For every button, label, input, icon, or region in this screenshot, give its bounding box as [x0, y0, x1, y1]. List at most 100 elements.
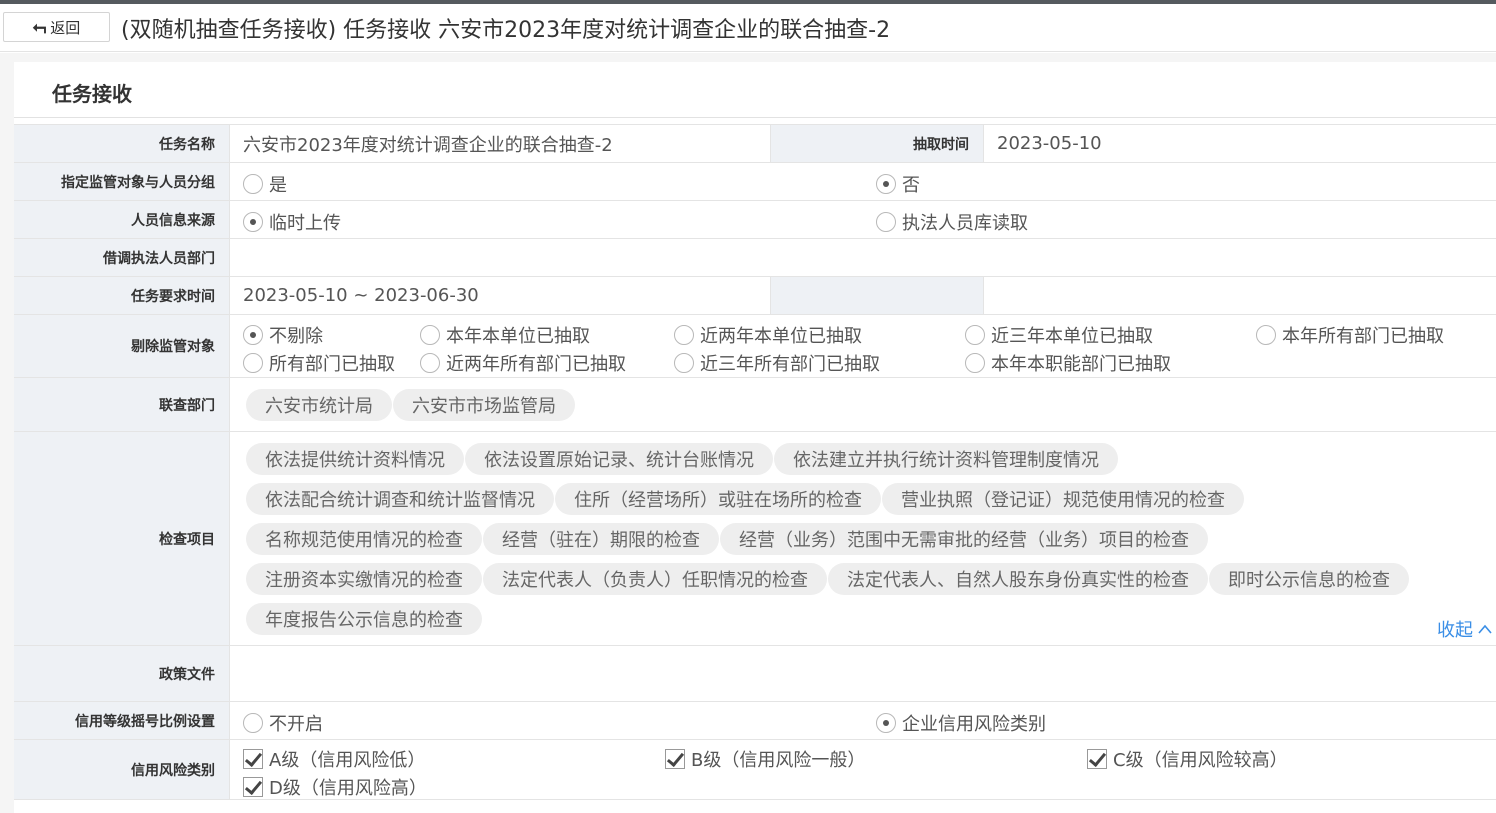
tag-inspection-item: 依法建立并执行统计资料管理制度情况 [774, 443, 1118, 475]
radio-label: 近两年所有部门已抽取 [446, 354, 626, 375]
radio-circle-icon [965, 353, 985, 373]
radio-label: 是 [269, 175, 287, 196]
tag-joint-dept: 六安市统计局 [246, 389, 392, 421]
tag-inspection-item: 经营（驻在）期限的检查 [483, 523, 719, 555]
row-policy-files: 政策文件 [14, 646, 1496, 702]
radio-checked-icon [243, 325, 263, 345]
radio-designate-no[interactable]: 否 [876, 171, 920, 197]
row-joint-dept: 联查部门 六安市统计局 六安市市场监管局 [14, 378, 1496, 432]
label-personnel-source: 人员信息来源 [14, 201, 230, 238]
task-receive-panel: 任务接收 任务名称 六安市2023年度对统计调查企业的联合抽查-2 抽取时间 2… [14, 62, 1496, 813]
tag-inspection-item: 名称规范使用情况的检查 [246, 523, 482, 555]
radio-label: 所有部门已抽取 [269, 354, 395, 375]
label-task-name: 任务名称 [14, 125, 230, 162]
radio-exclude-none[interactable]: 不剔除 [243, 322, 323, 348]
radio-label: 执法人员库读取 [902, 213, 1028, 234]
tag-inspection-item: 年度报告公示信息的检查 [246, 603, 482, 635]
radio-label: 近三年所有部门已抽取 [700, 354, 880, 375]
section-divider [14, 117, 1496, 118]
back-button[interactable]: ⮢ 返回 [3, 12, 110, 42]
tag-inspection-item: 依法设置原始记录、统计台账情况 [465, 443, 773, 475]
radio-checked-icon [876, 174, 896, 194]
tag-inspection-item: 依法配合统计调查和统计监督情况 [246, 483, 554, 515]
back-button-label: 返回 [50, 18, 81, 37]
radio-label: 本年所有部门已抽取 [1282, 326, 1444, 347]
tag-inspection-item: 法定代表人、自然人股东身份真实性的检查 [828, 563, 1208, 595]
checkbox-label: D级（信用风险高） [269, 778, 427, 799]
page-header: ⮢ 返回 (双随机抽查任务接收) 任务接收 六安市2023年度对统计调查企业的联… [0, 4, 1496, 52]
label-credit-ratio: 信用等级摇号比例设置 [14, 702, 230, 739]
checkbox-checked-icon [243, 777, 263, 797]
task-form: 任务名称 六安市2023年度对统计调查企业的联合抽查-2 抽取时间 2023-0… [14, 124, 1496, 800]
radio-credit-off[interactable]: 不开启 [243, 710, 323, 736]
label-joint-dept: 联查部门 [14, 378, 230, 431]
tag-inspection-item: 注册资本实缴情况的检查 [246, 563, 482, 595]
label-exclude: 剔除监管对象 [14, 315, 230, 377]
label-credit-risk: 信用风险类别 [14, 740, 230, 799]
label-policy-files: 政策文件 [14, 646, 230, 701]
radio-exclude-this-year-unit[interactable]: 本年本单位已抽取 [420, 322, 590, 348]
checkbox-checked-icon [665, 749, 685, 769]
radio-label: 临时上传 [269, 213, 341, 234]
label-borrowed-dept: 借调执法人员部门 [14, 239, 230, 276]
radio-label: 不剔除 [269, 326, 323, 347]
checkbox-checked-icon [243, 749, 263, 769]
radio-circle-icon [420, 353, 440, 373]
radio-exclude-two-year-all[interactable]: 近两年所有部门已抽取 [420, 350, 626, 376]
radio-label: 本年本单位已抽取 [446, 326, 590, 347]
tag-inspection-item: 营业执照（登记证）规范使用情况的检查 [882, 483, 1244, 515]
radio-exclude-this-year-func[interactable]: 本年本职能部门已抽取 [965, 350, 1171, 376]
label-designate: 指定监管对象与人员分组 [14, 163, 230, 200]
radio-circle-icon [674, 353, 694, 373]
radio-designate-yes[interactable]: 是 [243, 171, 287, 197]
radio-exclude-all-depts[interactable]: 所有部门已抽取 [243, 350, 395, 376]
back-arrow-icon: ⮢ [32, 16, 47, 37]
radio-circle-icon [243, 174, 263, 194]
radio-exclude-this-year-all[interactable]: 本年所有部门已抽取 [1256, 322, 1444, 348]
radio-label: 企业信用风险类别 [902, 714, 1046, 735]
radio-checked-icon [243, 212, 263, 232]
row-personnel-source: 人员信息来源 临时上传 执法人员库读取 [14, 201, 1496, 239]
checkbox-credit-a[interactable]: A级（信用风险低） [243, 746, 425, 772]
tag-inspection-item: 法定代表人（负责人）任职情况的检查 [483, 563, 827, 595]
tag-inspection-item: 即时公示信息的检查 [1209, 563, 1409, 595]
row-task-name: 任务名称 六安市2023年度对统计调查企业的联合抽查-2 抽取时间 2023-0… [14, 125, 1496, 163]
row-inspection-items: 检查项目 依法提供统计资料情况 依法设置原始记录、统计台账情况 依法建立并执行统… [14, 432, 1496, 646]
page-title: (双随机抽查任务接收) 任务接收 六安市2023年度对统计调查企业的联合抽查-2 [121, 18, 891, 43]
radio-temp-upload[interactable]: 临时上传 [243, 209, 341, 235]
tag-joint-dept: 六安市市场监管局 [393, 389, 575, 421]
row-borrowed-dept: 借调执法人员部门 [14, 239, 1496, 277]
radio-library-read[interactable]: 执法人员库读取 [876, 209, 1028, 235]
collapse-label: 收起 [1437, 620, 1473, 641]
radio-exclude-three-year-unit[interactable]: 近三年本单位已抽取 [965, 322, 1153, 348]
row-required-time: 任务要求时间 2023-05-10 ~ 2023-06-30 [14, 277, 1496, 315]
value-extract-time: 2023-05-10 [997, 133, 1102, 154]
radio-label: 不开启 [269, 714, 323, 735]
row-credit-ratio: 信用等级摇号比例设置 不开启 企业信用风险类别 [14, 702, 1496, 740]
checkbox-credit-b[interactable]: B级（信用风险一般） [665, 746, 865, 772]
radio-label: 否 [902, 175, 920, 196]
label-required-time: 任务要求时间 [14, 277, 230, 314]
checkbox-credit-c[interactable]: C级（信用风险较高） [1087, 746, 1288, 772]
radio-circle-icon [1256, 325, 1276, 345]
label-extract-time: 抽取时间 [770, 125, 984, 162]
collapse-button[interactable]: 收起 [1437, 616, 1493, 642]
radio-circle-icon [243, 353, 263, 373]
chevron-up-icon [1478, 624, 1492, 634]
checkbox-label: C级（信用风险较高） [1113, 750, 1288, 771]
radio-label: 本年本职能部门已抽取 [991, 354, 1171, 375]
radio-exclude-three-year-all[interactable]: 近三年所有部门已抽取 [674, 350, 880, 376]
checkbox-checked-icon [1087, 749, 1107, 769]
label-inspection-items: 检查项目 [14, 432, 230, 645]
tag-inspection-item: 依法提供统计资料情况 [246, 443, 464, 475]
radio-label: 近三年本单位已抽取 [991, 326, 1153, 347]
radio-circle-icon [420, 325, 440, 345]
row-credit-risk: 信用风险类别 A级（信用风险低） B级（信用风险一般） C级（信用风险较高） D… [14, 740, 1496, 800]
radio-exclude-two-year-unit[interactable]: 近两年本单位已抽取 [674, 322, 862, 348]
row-exclude: 剔除监管对象 不剔除 本年本单位已抽取 近两年本单位已抽取 近三年本单位已抽取 … [14, 315, 1496, 378]
radio-credit-risk-type[interactable]: 企业信用风险类别 [876, 710, 1046, 736]
radio-circle-icon [965, 325, 985, 345]
checkbox-credit-d[interactable]: D级（信用风险高） [243, 774, 427, 800]
value-task-name: 六安市2023年度对统计调查企业的联合抽查-2 [243, 134, 613, 156]
radio-circle-icon [243, 713, 263, 733]
